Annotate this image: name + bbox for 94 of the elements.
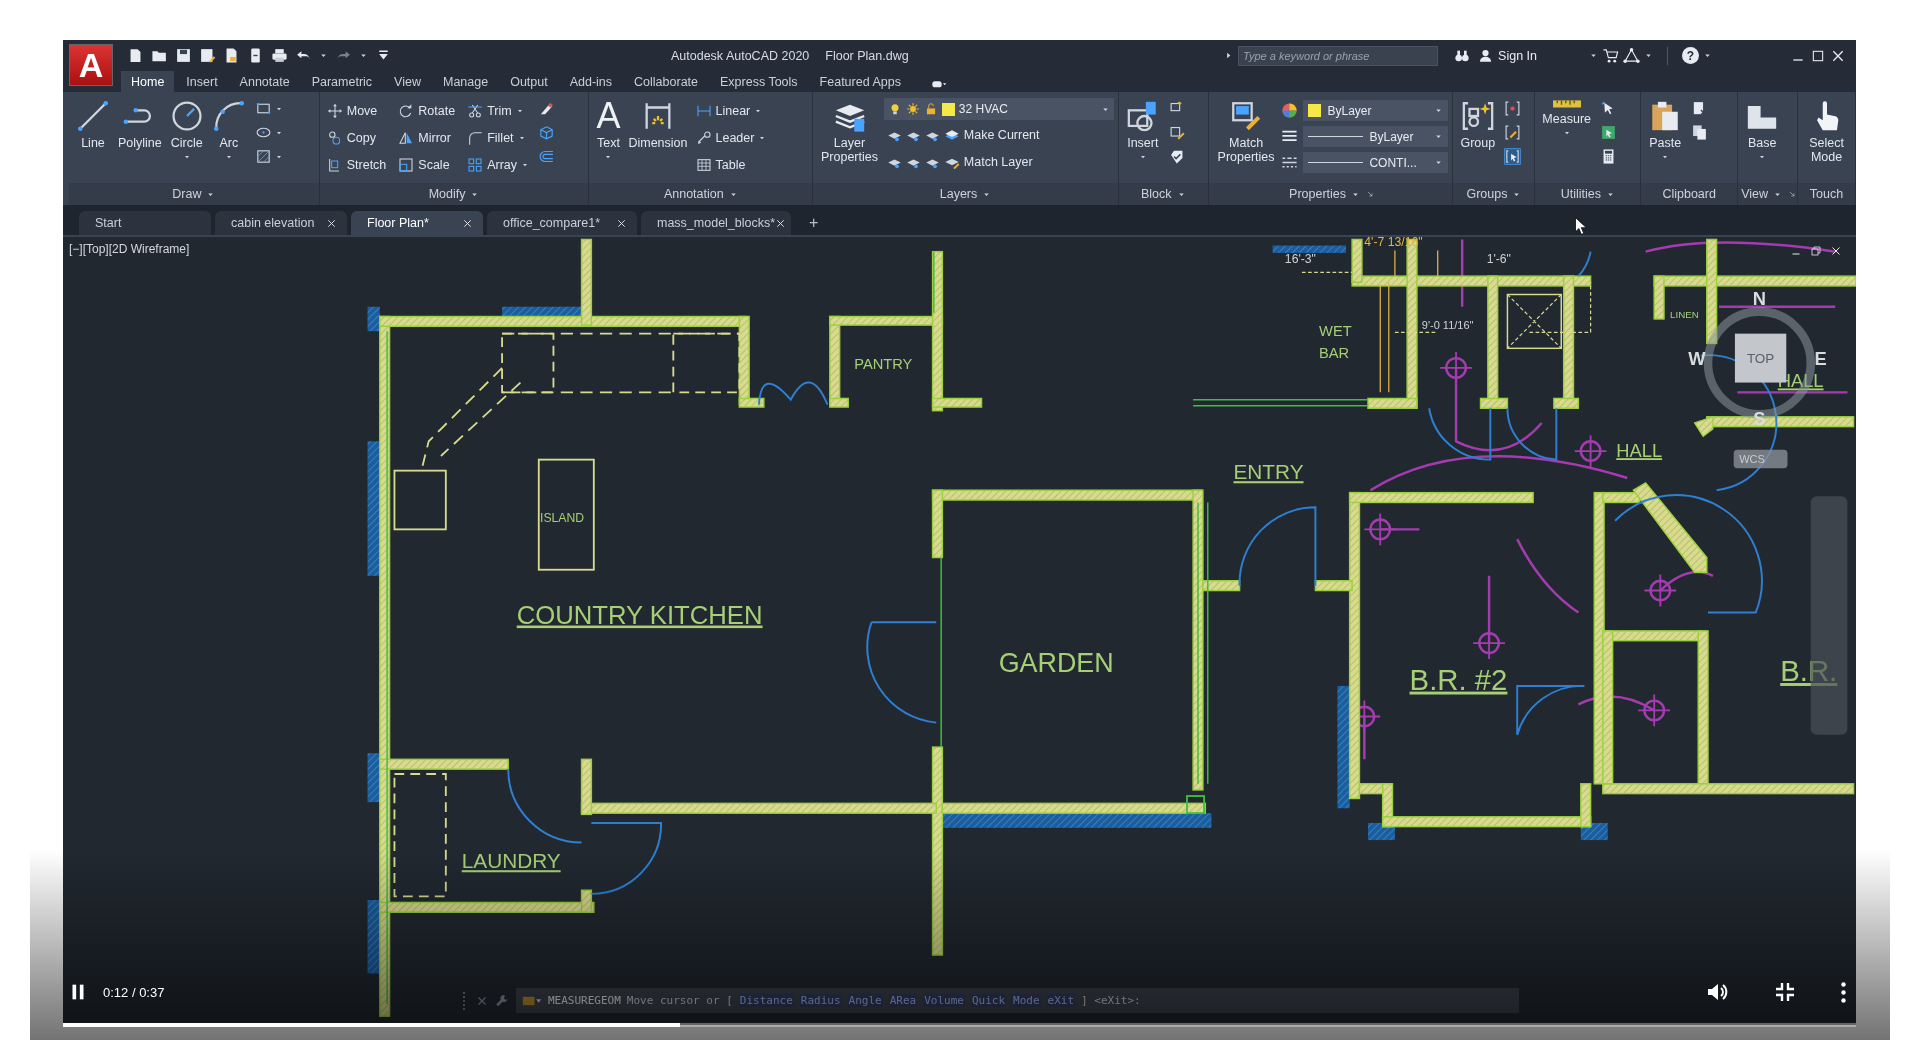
tool-button[interactable]: Move [323,98,390,124]
tool-button[interactable]: Group [1457,97,1499,153]
tool-button[interactable]: Arc [208,97,249,164]
room-label: COUNTRY KITCHEN [516,600,763,629]
tool-button[interactable]: A Text [593,97,624,164]
file-name: Floor Plan.dwg [825,48,909,63]
tool-button[interactable]: Stretch [323,152,390,178]
dimension-label: 1'-6" [1486,251,1511,266]
room-label: LINEN [1670,308,1699,320]
tool-button[interactable]: Select Mode [1802,97,1851,167]
document-tab-label[interactable]: Floor Plan* [367,216,429,230]
sign-in-button[interactable]: Sign In [1474,48,1541,63]
viewport-controls[interactable]: [−][Top][2D Wireframe] [69,242,190,256]
tool-button[interactable]: Polyline [115,97,165,153]
tool-button[interactable]: Leader [692,125,770,151]
panel-title[interactable]: Draw [170,187,218,201]
text-tool-icon: A [596,99,621,133]
document-tab[interactable]: mass_model_blocks* [641,211,791,235]
viewcube-face-label: TOP [1746,351,1775,366]
property-dropdown[interactable]: ByLayer [1303,100,1449,121]
tool-button[interactable]: Circle [166,97,207,164]
tool-button[interactable]: Paste [1645,97,1686,164]
tool-button[interactable]: Rotate [395,98,459,124]
window-title: Autodesk AutoCAD 2020 [671,48,810,63]
dimension-label: 16'-3" [1284,251,1316,266]
room-label: LAUNDRY [461,849,561,873]
ribbon-tab[interactable]: Home [121,71,175,92]
layer-dropdown[interactable]: 32 HVAC [883,98,1114,120]
ribbon-tab[interactable]: Insert [176,71,228,92]
document-tab-label[interactable]: office_compare1* [503,216,601,230]
tool-button[interactable]: Trim [464,98,533,124]
compass-label: W [1688,348,1706,370]
tool-button[interactable]: Mirror [395,125,459,151]
wcs-label: WCS [1739,453,1765,466]
ribbon-tab[interactable]: Parametric [301,71,383,92]
tool-button[interactable]: Array [464,152,533,178]
tool-button[interactable]: Dimension [625,97,691,153]
document-tab[interactable]: Start [79,211,211,235]
command-name: MEASUREGEOM [548,994,621,1007]
document-tab-label[interactable]: mass_model_blocks* [657,216,776,230]
room-label: ENTRY [1233,460,1304,484]
room-label: HALL [1616,440,1663,462]
property-value: CONTI... [1369,155,1418,170]
tool-button[interactable]: Match Layer [883,149,1114,175]
panel-title[interactable]: Layers [937,187,994,201]
document-tab-label[interactable]: Start [95,216,122,230]
command-prompt: Move cursor or [ [626,994,733,1007]
tool-button[interactable]: Line [73,97,113,153]
tool-button[interactable]: Make Current [883,122,1114,148]
video-time: 0:12 / 0:37 [103,984,165,1000]
document-tab-label[interactable]: cabin elevation [231,216,315,230]
property-dropdown[interactable]: ByLayer [1303,126,1449,147]
ribbon-tab[interactable]: Annotate [229,71,300,92]
dimension-label: 9'-0 11/16" [1421,318,1474,331]
property-value: ByLayer [1327,103,1373,118]
command-prompt: ] <eXit>: [1081,994,1141,1007]
tool-button[interactable]: Table [692,152,770,178]
ribbon-tab[interactable]: Express Tools [710,71,808,92]
document-tab[interactable]: office_compare1* [487,211,637,235]
room-label: WET [1319,323,1352,340]
layer-name: 32 HVAC [958,102,1009,116]
room-label: GARDEN [998,648,1114,679]
tool-button[interactable]: Copy [323,125,390,151]
ribbon-tab[interactable]: Manage [432,71,499,92]
app-menu-button[interactable]: A [69,44,113,86]
ribbon-tab[interactable]: Output [500,71,558,92]
document-tab[interactable]: cabin elevation [215,211,347,235]
ribbon-tab[interactable]: Collaborate [624,71,708,92]
tool-button[interactable]: Match Properties [1212,97,1280,167]
tool-button[interactable]: Fillet [464,125,533,151]
room-label: ISLAND [540,511,585,525]
room-label: B.R. #2 [1409,662,1508,696]
ribbon-tab[interactable]: View [384,71,431,92]
panel-title[interactable]: Properties [1287,187,1363,201]
property-dropdown[interactable]: CONTI... [1303,152,1449,173]
document-tab[interactable]: Floor Plan* [351,211,483,235]
tool-button[interactable]: Insert [1122,97,1163,164]
panel-title[interactable]: Modify [426,187,482,201]
tool-button[interactable]: Layer Properties [817,97,882,167]
tool-button[interactable]: Linear [692,98,770,124]
search-field[interactable]: Type a keyword or phrase [1238,45,1439,66]
tool-button[interactable]: Measure [1539,97,1594,140]
ribbon-tab[interactable]: Featured Apps [809,71,911,92]
compass-label: E [1814,348,1827,370]
property-value: ByLayer [1369,129,1415,144]
tool-button[interactable]: Base [1742,97,1783,164]
ribbon-tab[interactable]: Add-ins [559,71,623,92]
compass-label: N [1752,288,1766,310]
help-button[interactable]: ? [1682,47,1699,64]
room-label: PANTRY [854,356,913,373]
tool-button[interactable]: Scale [395,152,459,178]
new-tab-button[interactable]: + [809,214,819,232]
room-label: BAR [1319,345,1350,362]
room-label: B.R. [1780,654,1838,688]
